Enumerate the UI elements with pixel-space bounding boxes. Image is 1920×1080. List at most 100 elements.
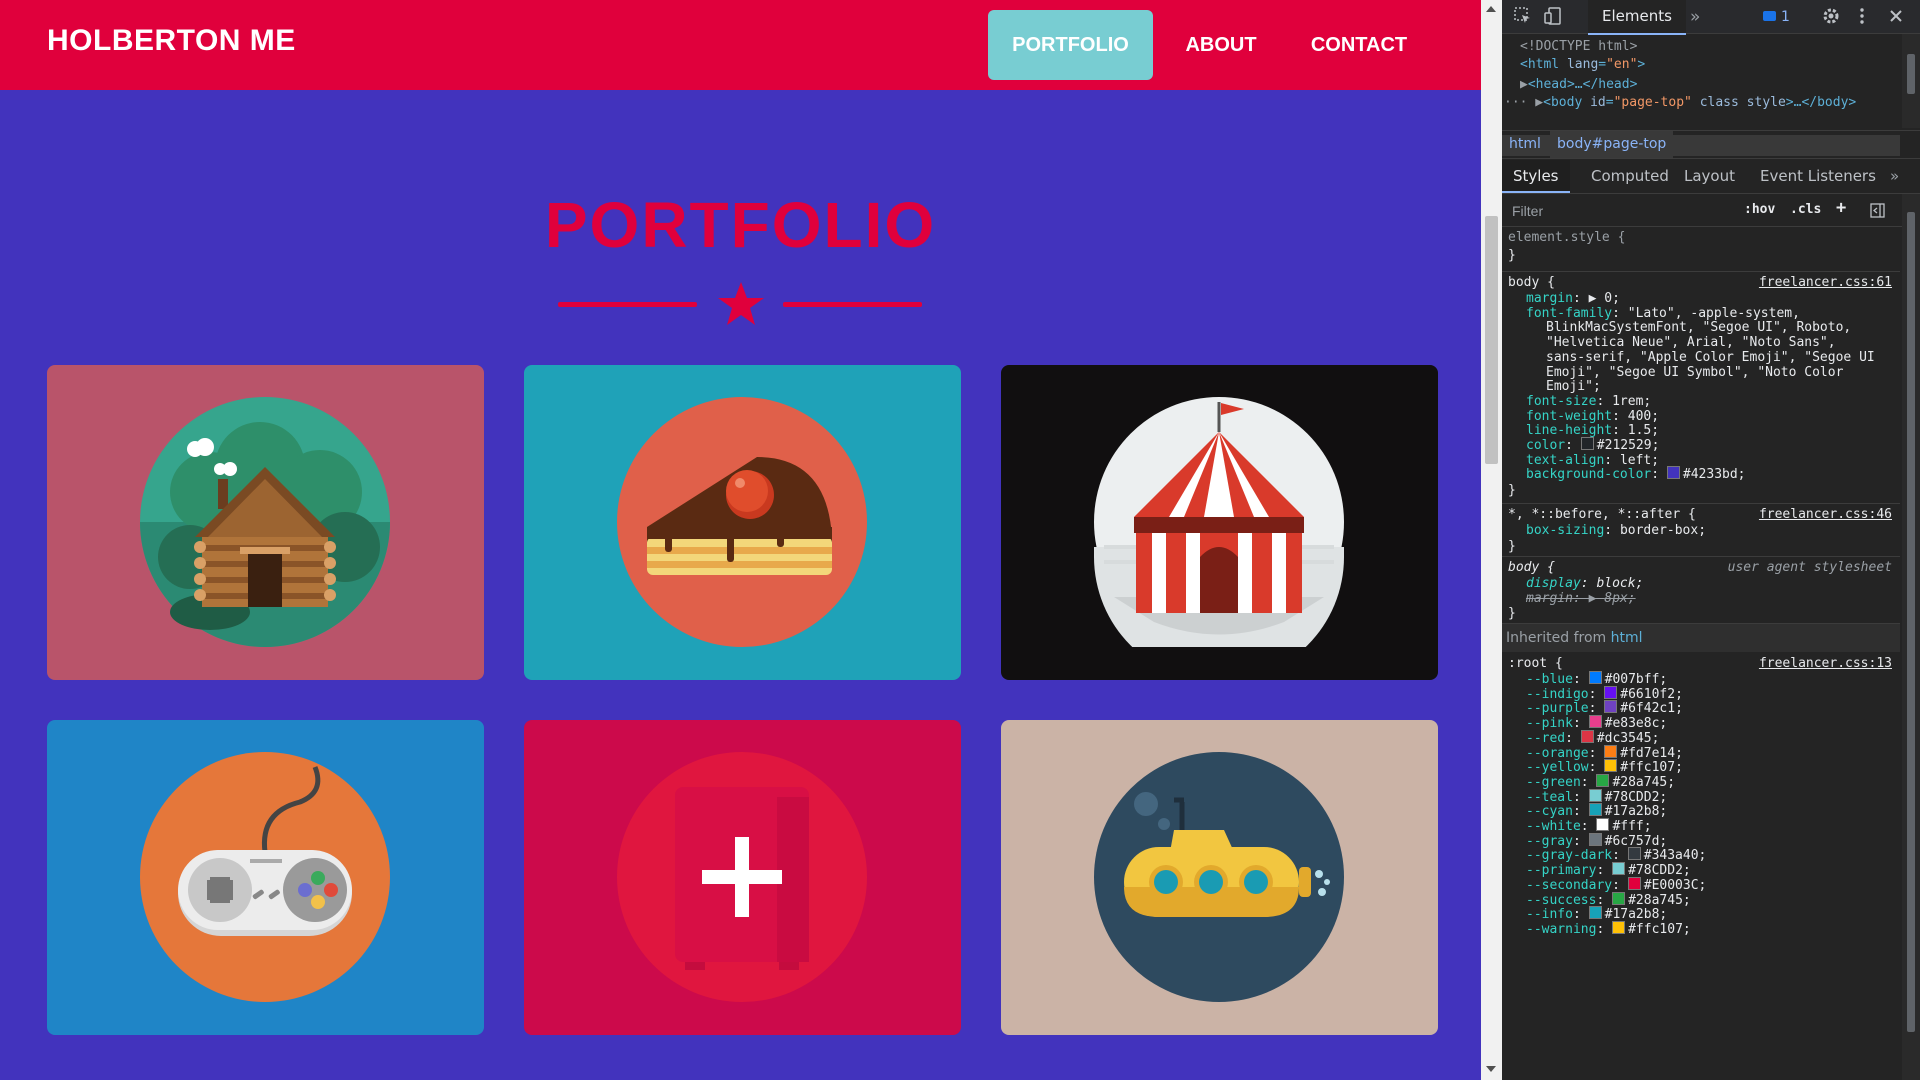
divider-line-right — [783, 302, 922, 307]
cabin-icon — [140, 397, 390, 647]
color-swatch[interactable] — [1627, 876, 1641, 890]
portfolio-item-cabin[interactable] — [47, 365, 484, 680]
scroll-up-arrow-icon[interactable] — [1486, 6, 1496, 12]
inherited-from-label: Inherited from html — [1502, 624, 1900, 652]
styles-subtabs: Styles Computed Layout Event Listeners » — [1502, 160, 1920, 194]
issues-icon — [1763, 11, 1776, 21]
devtools-panel: Elements » 1 <!DOCTYPE html> <html lang=… — [1502, 0, 1920, 1080]
color-swatch[interactable] — [1588, 671, 1602, 684]
nav-link-contact[interactable]: CONTACT — [1290, 10, 1428, 80]
tab-elements[interactable]: Elements — [1588, 0, 1686, 35]
navbar: HOLBERTON ME PORTFOLIO ABOUT CONTACT — [0, 0, 1481, 90]
property-margin-overridden[interactable]: margin: ▶ 8px; — [1526, 590, 1636, 608]
color-swatch[interactable] — [1612, 862, 1626, 876]
gear-icon[interactable] — [1822, 7, 1840, 25]
dom-tree: <!DOCTYPE html> <html lang="en"> ▶<head>… — [1502, 34, 1902, 156]
circus-tent-icon — [1094, 397, 1344, 647]
rule-body: body { freelancer.css:61 margin: ▶ 0; fon… — [1502, 272, 1900, 504]
rule-element-style: element.style { } — [1502, 227, 1900, 272]
game-controller-icon — [140, 752, 390, 1002]
color-swatch[interactable] — [1612, 920, 1626, 934]
rule-selector[interactable]: element.style { — [1508, 229, 1625, 247]
page-scroll-thumb[interactable] — [1485, 216, 1498, 464]
tab-styles[interactable]: Styles — [1502, 160, 1570, 193]
dom-tree-scrollbar[interactable] — [1902, 34, 1920, 128]
inspect-element-icon[interactable] — [1514, 7, 1532, 25]
rule-source-link[interactable]: freelancer.css:61 — [1759, 274, 1892, 292]
css-variable-warning[interactable]: --warning: #ffc107; — [1526, 920, 1691, 939]
color-swatch[interactable] — [1580, 437, 1594, 450]
rule-source-link[interactable]: freelancer.css:46 — [1759, 506, 1892, 524]
issues-count: 1 — [1781, 9, 1790, 25]
color-swatch[interactable] — [1666, 466, 1680, 480]
styles-pane: element.style { } body { freelancer.css:… — [1502, 227, 1900, 1080]
portfolio-item-circus[interactable] — [1001, 365, 1438, 680]
color-swatch[interactable] — [1604, 685, 1618, 699]
rule-close: } — [1508, 539, 1516, 554]
portfolio-item-game[interactable] — [47, 720, 484, 1035]
breadcrumb-html[interactable]: html — [1502, 131, 1548, 158]
more-tabs-icon[interactable]: » — [1690, 7, 1700, 27]
scroll-down-arrow-icon[interactable] — [1486, 1066, 1496, 1072]
styles-filter-input[interactable] — [1510, 200, 1764, 222]
section-heading: PORTFOLIO — [544, 189, 937, 261]
toggle-sidebar-icon[interactable] — [1870, 203, 1885, 218]
color-swatch[interactable] — [1612, 891, 1626, 905]
styles-pane-scrollbar[interactable] — [1902, 194, 1920, 1080]
dom-tree-scroll-thumb[interactable] — [1907, 54, 1915, 94]
rule-root: :root { freelancer.css:13 --blue: #007bf… — [1502, 653, 1900, 1080]
divider-line-left — [558, 302, 697, 307]
page-scrollbar[interactable] — [1481, 0, 1502, 1080]
tab-event-listeners[interactable]: Event Listeners — [1749, 160, 1887, 193]
dom-node-body[interactable]: ··· ▶<body id="page-top" class style>…</… — [1504, 92, 1856, 113]
dom-node-html[interactable]: <html lang="en"> — [1520, 54, 1645, 75]
color-swatch[interactable] — [1604, 744, 1618, 758]
color-swatch[interactable] — [1588, 906, 1602, 920]
rule-body-user-agent: body { user agent stylesheet display: bl… — [1502, 557, 1900, 624]
styles-pane-scroll-thumb[interactable] — [1907, 212, 1915, 1032]
portfolio-item-cake[interactable] — [524, 365, 961, 680]
cake-icon — [617, 397, 867, 647]
rule-close: } — [1508, 483, 1516, 498]
color-swatch[interactable] — [1588, 803, 1602, 817]
star-icon — [718, 282, 764, 325]
color-swatch[interactable] — [1604, 759, 1618, 773]
property-box-sizing[interactable]: box-sizing: border-box; — [1526, 522, 1706, 540]
new-style-rule-icon[interactable]: + — [1836, 198, 1846, 218]
styles-filter-bar: :hov .cls + — [1502, 194, 1902, 227]
color-swatch[interactable] — [1596, 818, 1610, 831]
breadcrumb-body[interactable]: body#page-top — [1550, 131, 1674, 158]
breadcrumb: html body#page-top — [1502, 130, 1920, 159]
color-swatch[interactable] — [1588, 715, 1602, 729]
devtools-toolbar: Elements » 1 — [1502, 0, 1920, 35]
tab-computed[interactable]: Computed — [1580, 160, 1680, 193]
brand-link[interactable]: HOLBERTON ME — [47, 24, 296, 58]
nav-link-portfolio[interactable]: PORTFOLIO — [988, 10, 1153, 80]
issues-badge[interactable]: 1 — [1757, 7, 1796, 27]
color-swatch[interactable] — [1604, 700, 1618, 714]
more-subtabs-icon[interactable]: » — [1879, 160, 1910, 193]
nav-link-about[interactable]: ABOUT — [1168, 10, 1274, 80]
portfolio-item-safe[interactable] — [524, 720, 961, 1035]
inherited-from-link[interactable]: html — [1611, 630, 1643, 646]
portfolio-item-submarine[interactable] — [1001, 720, 1438, 1035]
color-swatch[interactable] — [1588, 832, 1602, 846]
color-swatch[interactable] — [1580, 729, 1594, 743]
safe-icon — [617, 752, 867, 1002]
color-swatch[interactable] — [1588, 788, 1602, 802]
rule-source-label: user agent stylesheet — [1727, 560, 1892, 575]
close-icon[interactable] — [1887, 7, 1905, 25]
kebab-menu-icon[interactable] — [1853, 7, 1871, 25]
color-swatch[interactable] — [1596, 773, 1610, 787]
hover-state-toggle[interactable]: :hov — [1744, 202, 1775, 217]
color-swatch[interactable] — [1627, 847, 1641, 861]
website-viewport: HOLBERTON ME PORTFOLIO ABOUT CONTACT POR… — [0, 0, 1481, 1080]
rule-close: } — [1508, 248, 1516, 263]
class-toggle[interactable]: .cls — [1790, 202, 1821, 217]
rule-universal: *, *::before, *::after { freelancer.css:… — [1502, 504, 1900, 557]
device-toolbar-icon[interactable] — [1544, 7, 1562, 25]
rule-close: } — [1508, 606, 1516, 621]
tab-layout[interactable]: Layout — [1673, 160, 1746, 193]
rule-source-link[interactable]: freelancer.css:13 — [1759, 655, 1892, 673]
property-background-color[interactable]: background-color: #4233bd; — [1526, 466, 1746, 484]
